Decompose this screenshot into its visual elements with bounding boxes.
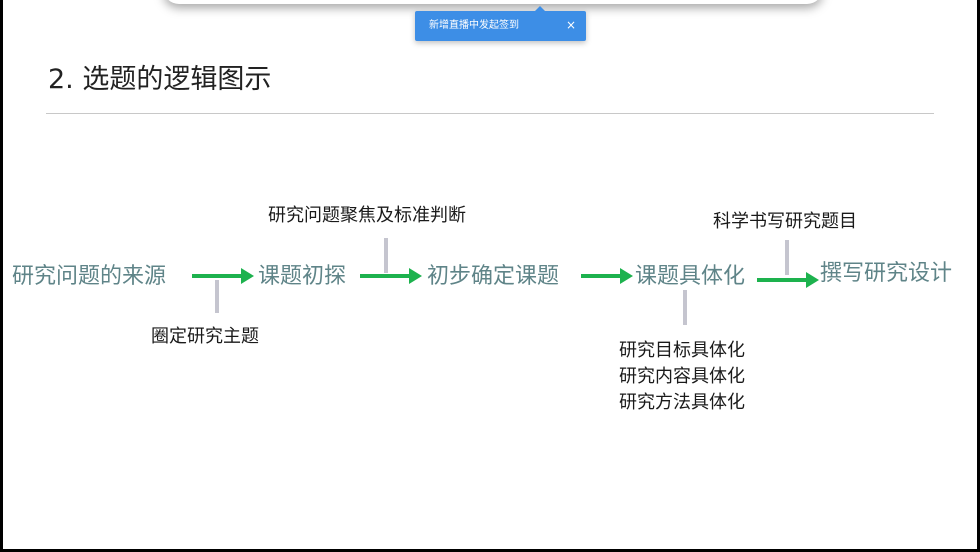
flow-node-source: 研究问题的来源: [12, 264, 167, 289]
close-icon[interactable]: ×: [566, 18, 576, 32]
note-scope: 圈定研究主题: [151, 326, 259, 347]
note-concretize-list: 研究目标具体化 研究内容具体化 研究方法具体化: [619, 338, 745, 416]
page-title: 2. 选题的逻辑图示: [48, 64, 272, 95]
note-focus: 研究问题聚焦及标准判断: [268, 205, 466, 226]
connector-concretize: [683, 290, 687, 325]
toast-caret: [535, 6, 545, 11]
flow-arrow-1: [192, 268, 254, 284]
top-panel-edge: [163, 0, 823, 4]
connector-scope: [215, 280, 219, 313]
flow-arrow-2: [360, 268, 422, 284]
flow-node-confirm: 初步确定课题: [427, 264, 560, 289]
slide-canvas: 新增直播中发起签到 × 2. 选题的逻辑图示 研究问题的来源 课题初探 初步确定…: [3, 0, 977, 549]
note-concretize-goal: 研究目标具体化: [619, 340, 745, 361]
connector-focus: [384, 238, 388, 273]
flow-node-concretize: 课题具体化: [635, 264, 746, 289]
flow-node-design: 撰写研究设计: [820, 261, 953, 286]
flow-arrow-3: [581, 268, 633, 284]
toast-message: 新增直播中发起签到: [429, 20, 519, 31]
title-divider: [46, 113, 934, 114]
notification-toast: 新增直播中发起签到 ×: [415, 6, 586, 41]
note-concretize-method: 研究方法具体化: [619, 392, 745, 413]
flow-node-explore: 课题初探: [258, 264, 347, 289]
note-concretize-content: 研究内容具体化: [619, 366, 745, 387]
connector-write-title: [785, 240, 789, 275]
note-write-title: 科学书写研究题目: [713, 211, 857, 232]
